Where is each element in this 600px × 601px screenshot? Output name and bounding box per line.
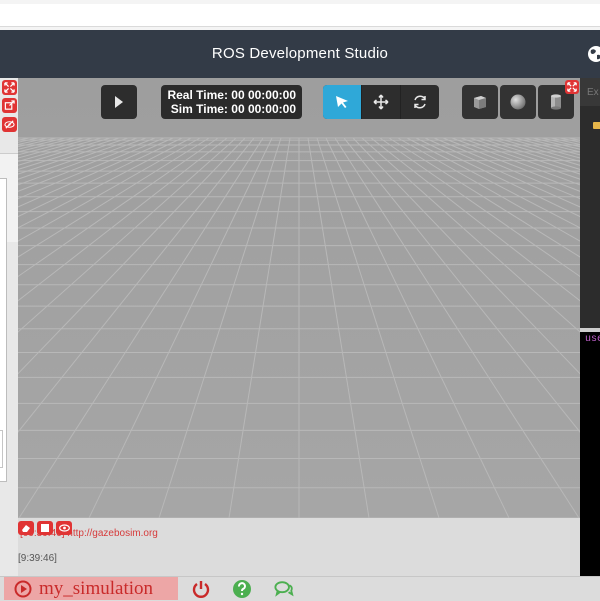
editor-field[interactable] xyxy=(0,430,3,468)
sim-time-row: Sim Time: 00 00:00:00 xyxy=(161,102,296,116)
box-shape-button[interactable] xyxy=(462,85,498,119)
simulation-label: my_simulation xyxy=(39,577,153,599)
terminal-prompt: user xyxy=(585,334,600,345)
view-console-button[interactable] xyxy=(56,521,72,535)
sphere-icon xyxy=(510,94,526,110)
popout-button[interactable] xyxy=(2,98,17,113)
select-tool-button[interactable] xyxy=(323,85,362,119)
eye-icon xyxy=(58,524,70,532)
clear-console-button[interactable] xyxy=(18,521,34,535)
editor-panel xyxy=(0,78,18,576)
real-time-value: 00 00:00:00 xyxy=(231,88,296,102)
sphere-shape-button[interactable] xyxy=(500,85,536,119)
maximize-button[interactable] xyxy=(2,80,17,95)
bottom-bar: my_simulation xyxy=(0,576,600,601)
rotate-icon xyxy=(414,95,426,109)
time-display: Real Time: 00 00:00:00 Sim Time: 00 00:0… xyxy=(161,85,302,119)
simulation-button[interactable]: my_simulation xyxy=(4,577,178,600)
expand-icon xyxy=(4,82,15,93)
eraser-icon xyxy=(22,525,30,532)
console-panel: [09:39:46] http://gazebosim.org [9:39:46… xyxy=(18,518,580,576)
help-icon[interactable] xyxy=(232,579,252,599)
chat-icon[interactable] xyxy=(274,579,294,599)
ground-grid xyxy=(18,78,580,518)
hide-button[interactable] xyxy=(2,117,17,132)
sim-time-value: 00 00:00:00 xyxy=(231,102,296,116)
gazebo-viewport[interactable]: Real Time: 00 00:00:00 Sim Time: 00 00:0… xyxy=(18,78,580,518)
file-explorer[interactable]: Ex xyxy=(580,78,600,328)
real-time-label: Real Time: xyxy=(167,88,228,102)
browser-bar xyxy=(0,4,600,27)
ide-panel: Ex user xyxy=(580,78,600,576)
cursor-arrow-icon xyxy=(336,96,348,108)
cylinder-icon xyxy=(551,94,561,110)
expand-icon xyxy=(567,82,577,92)
checkbox-icon xyxy=(41,524,49,532)
eye-slash-icon xyxy=(4,120,15,129)
file-explorer-header: Ex xyxy=(580,78,600,106)
console-line: [9:39:46] xyxy=(18,553,57,564)
toggle-console-button[interactable] xyxy=(37,521,53,535)
play-button[interactable] xyxy=(101,85,137,119)
move-arrows-icon xyxy=(373,94,389,110)
browser-top-strip xyxy=(0,0,600,31)
app-header: ROS Development Studio xyxy=(0,30,600,78)
terminal[interactable]: user xyxy=(580,332,600,576)
folder-icon[interactable] xyxy=(593,122,600,129)
globe-icon[interactable] xyxy=(586,44,600,64)
external-link-icon xyxy=(4,100,15,110)
play-icon xyxy=(115,96,123,108)
shapes-toolbar xyxy=(462,85,578,119)
box-icon xyxy=(474,96,486,109)
viewport-maximize-button[interactable] xyxy=(565,80,579,94)
transform-toolbar xyxy=(323,85,439,119)
play-circle-icon xyxy=(14,580,32,597)
real-time-row: Real Time: 00 00:00:00 xyxy=(161,88,296,102)
console-tools xyxy=(18,521,75,535)
translate-tool-button[interactable] xyxy=(362,85,401,119)
sim-time-label: Sim Time: xyxy=(170,102,228,116)
rotate-tool-button[interactable] xyxy=(401,85,439,119)
app-title: ROS Development Studio xyxy=(211,45,389,62)
power-icon[interactable] xyxy=(191,579,211,599)
